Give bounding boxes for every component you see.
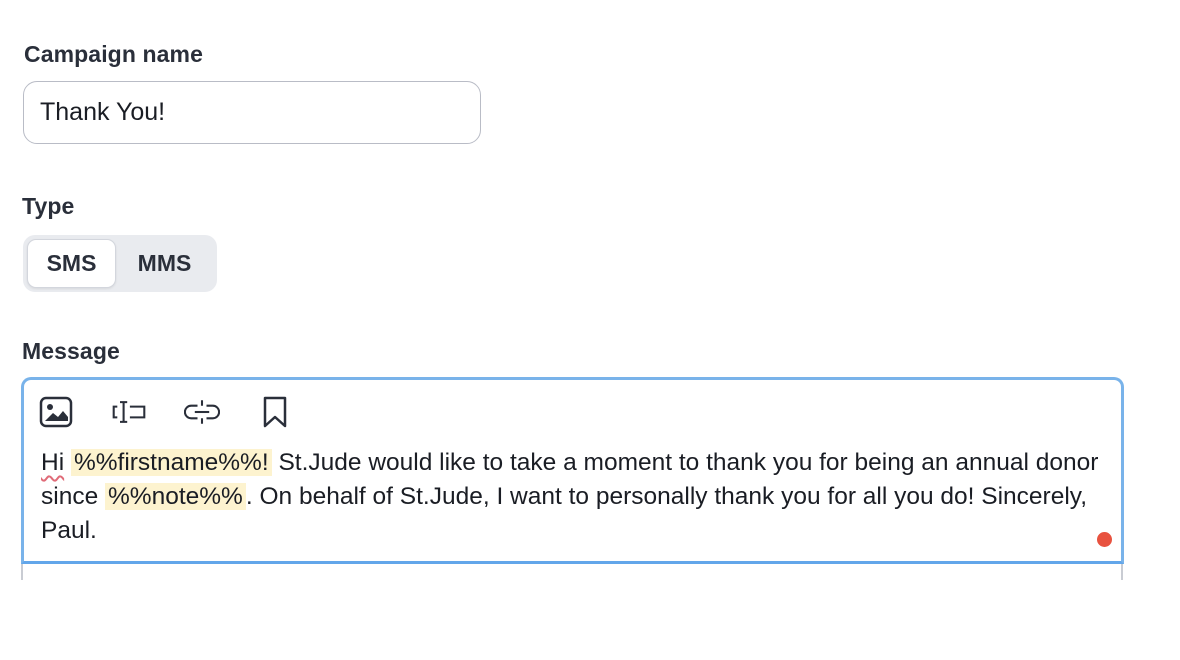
greeting-word: Hi — [41, 449, 65, 476]
bookmark-icon[interactable] — [257, 394, 293, 430]
campaign-name-input[interactable] — [23, 81, 481, 144]
message-toolbar — [38, 394, 330, 430]
type-option-sms[interactable]: SMS — [27, 239, 116, 288]
campaign-form: Campaign name Type SMS MMS Message — [0, 0, 1180, 660]
campaign-name-label: Campaign name — [24, 41, 203, 67]
editor-footer-divider-right — [1121, 564, 1123, 580]
message-body[interactable]: Hi %%firstname%%! St.Jude would like to … — [41, 446, 1101, 548]
message-label: Message — [22, 338, 120, 364]
editor-footer-divider-left — [21, 564, 23, 580]
note-token: %%note%% — [105, 483, 246, 510]
type-option-mms[interactable]: MMS — [116, 239, 213, 288]
firstname-token: %%firstname%%! — [70, 449, 272, 476]
link-icon[interactable] — [184, 394, 220, 430]
message-editor[interactable]: Hi %%firstname%%! St.Jude would like to … — [21, 377, 1124, 564]
insert-field-icon[interactable] — [111, 394, 147, 430]
type-segmented-control: SMS MMS — [23, 235, 217, 292]
type-label: Type — [22, 193, 75, 219]
image-icon[interactable] — [38, 394, 74, 430]
status-dot — [1097, 532, 1112, 547]
